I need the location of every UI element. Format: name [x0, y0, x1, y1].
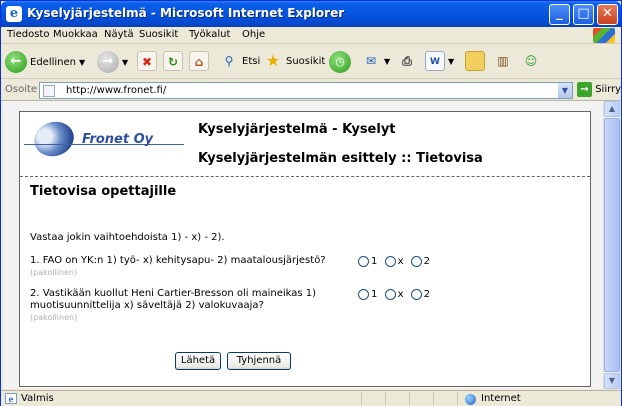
- question-1-radio-1[interactable]: [358, 256, 369, 267]
- print-button[interactable]: ⎙: [397, 51, 417, 73]
- search-button[interactable]: ⚲ Etsi: [219, 51, 261, 73]
- go-arrow-icon: →: [577, 82, 592, 97]
- internet-explorer-icon[interactable]: e: [6, 6, 22, 22]
- folder-icon: [465, 51, 485, 71]
- scroll-down-icon[interactable]: ▼: [604, 373, 620, 389]
- page-status-icon: e: [5, 393, 17, 404]
- chevron-down-icon: ▼: [384, 56, 391, 66]
- history-button[interactable]: ◷: [329, 51, 351, 73]
- toolbar: ← Edellinen ▼ → ▼ ✖ ↻ ⌂ ⚲ Etsi ★ Suosikit ◷ ✉…: [1, 45, 621, 79]
- address-bar: Osoite http://www.fronet.fi/ ▼ → Siirry: [1, 80, 621, 101]
- favorites-button[interactable]: ★ Suosikit: [263, 51, 325, 73]
- messenger-button[interactable]: ☺: [521, 51, 541, 73]
- question-2-required: (pakollinen): [30, 313, 78, 322]
- refresh-icon: ↻: [163, 51, 183, 71]
- submit-button[interactable]: Lähetä: [175, 352, 221, 370]
- status-separator: [385, 392, 386, 405]
- question-1-required: (pakollinen): [30, 268, 78, 277]
- back-arrow-icon: ←: [5, 51, 27, 73]
- chevron-down-icon: ▼: [448, 56, 455, 66]
- question-2-text: 2. Vastikään kuollut Heni Cartier-Bresso…: [30, 288, 317, 311]
- question-1-text: 1. FAO on YK:n 1) työ- x) kehitysapu- 2)…: [30, 255, 326, 266]
- page-content: Fronet Oy Kyselyjärjestelmä - Kyselyt Ky…: [19, 111, 591, 387]
- search-icon: ⚲: [224, 54, 234, 68]
- menu-item-view[interactable]: Näytä: [104, 29, 134, 40]
- minimize-button[interactable]: _: [549, 4, 570, 25]
- mail-button[interactable]: ✉ ▼: [361, 51, 390, 73]
- status-bar: e Valmis Internet: [1, 390, 621, 406]
- fronet-logo[interactable]: Fronet Oy: [20, 112, 190, 172]
- address-url: http://www.fronet.fi/: [66, 85, 167, 96]
- mail-icon: ✉: [365, 54, 377, 68]
- forward-button[interactable]: → ▼: [97, 51, 128, 73]
- browser-window: e Kyselyjärjestelmä - Microsoft Internet…: [0, 0, 622, 406]
- status-text: Valmis: [21, 393, 54, 404]
- status-separator: [457, 392, 458, 405]
- address-label: Osoite: [5, 84, 38, 95]
- forward-arrow-icon: →: [97, 51, 119, 73]
- question-2-radio-1[interactable]: [358, 289, 369, 300]
- logo-text: Fronet Oy: [82, 132, 154, 147]
- scroll-up-icon[interactable]: ▲: [604, 101, 620, 117]
- back-button[interactable]: ← Edellinen ▼: [5, 51, 85, 73]
- vertical-scrollbar[interactable]: ▲ ▼: [603, 101, 620, 389]
- dashed-divider: [20, 176, 590, 177]
- scroll-thumb[interactable]: [604, 118, 620, 372]
- refresh-button[interactable]: ↻: [163, 51, 183, 73]
- star-icon: ★: [265, 51, 281, 70]
- status-separator: [433, 392, 434, 405]
- stop-button[interactable]: ✖: [137, 51, 157, 73]
- go-button[interactable]: → Siirry: [577, 82, 621, 99]
- home-button[interactable]: ⌂: [189, 51, 209, 73]
- menu-item-favorites[interactable]: Suosikit: [139, 29, 178, 40]
- page-title: Kyselyjärjestelmän esittely :: Tietovisa: [198, 151, 483, 166]
- menu-item-tools[interactable]: Työkalut: [189, 29, 230, 40]
- status-separator: [361, 392, 362, 405]
- question-1-options: 1 x 2: [358, 256, 434, 268]
- menu-item-edit[interactable]: Muokkaa: [53, 29, 98, 40]
- menu-item-file[interactable]: Tiedosto: [7, 29, 49, 40]
- chevron-down-icon: ▼: [122, 57, 129, 67]
- word-icon: W: [425, 51, 445, 71]
- question-1-radio-x[interactable]: [384, 256, 396, 267]
- address-input[interactable]: http://www.fronet.fi/ ▼: [39, 82, 573, 99]
- question-2-radio-x[interactable]: [384, 289, 396, 300]
- question-2-radio-2[interactable]: [410, 289, 422, 300]
- menu-bar: Tiedosto Muokkaa Näytä Suosikit Työkalut…: [1, 27, 621, 44]
- quiz-title: Tietovisa opettajille: [30, 184, 177, 199]
- chevron-down-icon: ▼: [78, 57, 86, 67]
- title-bar[interactable]: e Kyselyjärjestelmä - Microsoft Internet…: [1, 1, 621, 27]
- research-button[interactable]: ▥: [493, 51, 513, 73]
- messenger-icon: ☺: [524, 54, 538, 68]
- page-icon: [43, 85, 55, 97]
- quiz-instructions: Vastaa jokin vaihtoehdoista 1) - x) - 2)…: [30, 232, 225, 243]
- globe-logo-icon: [29, 116, 79, 162]
- close-button[interactable]: ✕: [597, 4, 618, 25]
- question-2-options: 1 x 2: [358, 289, 434, 301]
- page-viewport: Fronet Oy Kyselyjärjestelmä - Kyselyt Ky…: [3, 101, 603, 389]
- stop-icon: ✖: [137, 51, 157, 71]
- question-1-radio-2[interactable]: [410, 256, 422, 267]
- menu-item-help[interactable]: Ohje: [242, 29, 265, 40]
- security-zone-text: Internet: [481, 393, 521, 404]
- home-icon: ⌂: [189, 51, 209, 71]
- window-title: Kyselyjärjestelmä - Microsoft Internet E…: [27, 6, 345, 20]
- internet-zone-icon: [465, 394, 476, 405]
- address-dropdown-icon[interactable]: ▼: [558, 83, 572, 98]
- edit-button[interactable]: W ▼: [425, 51, 454, 73]
- reset-button[interactable]: Tyhjennä: [227, 352, 291, 370]
- printer-icon: ⎙: [402, 54, 412, 68]
- books-icon: ▥: [497, 54, 509, 68]
- go-label: Siirry: [595, 84, 622, 95]
- status-separator: [409, 392, 410, 405]
- history-icon: ◷: [329, 51, 351, 73]
- maximize-button[interactable]: □: [573, 4, 594, 25]
- folder-button[interactable]: [465, 51, 485, 73]
- system-title: Kyselyjärjestelmä - Kyselyt: [198, 122, 396, 137]
- windows-logo-icon: [593, 28, 615, 43]
